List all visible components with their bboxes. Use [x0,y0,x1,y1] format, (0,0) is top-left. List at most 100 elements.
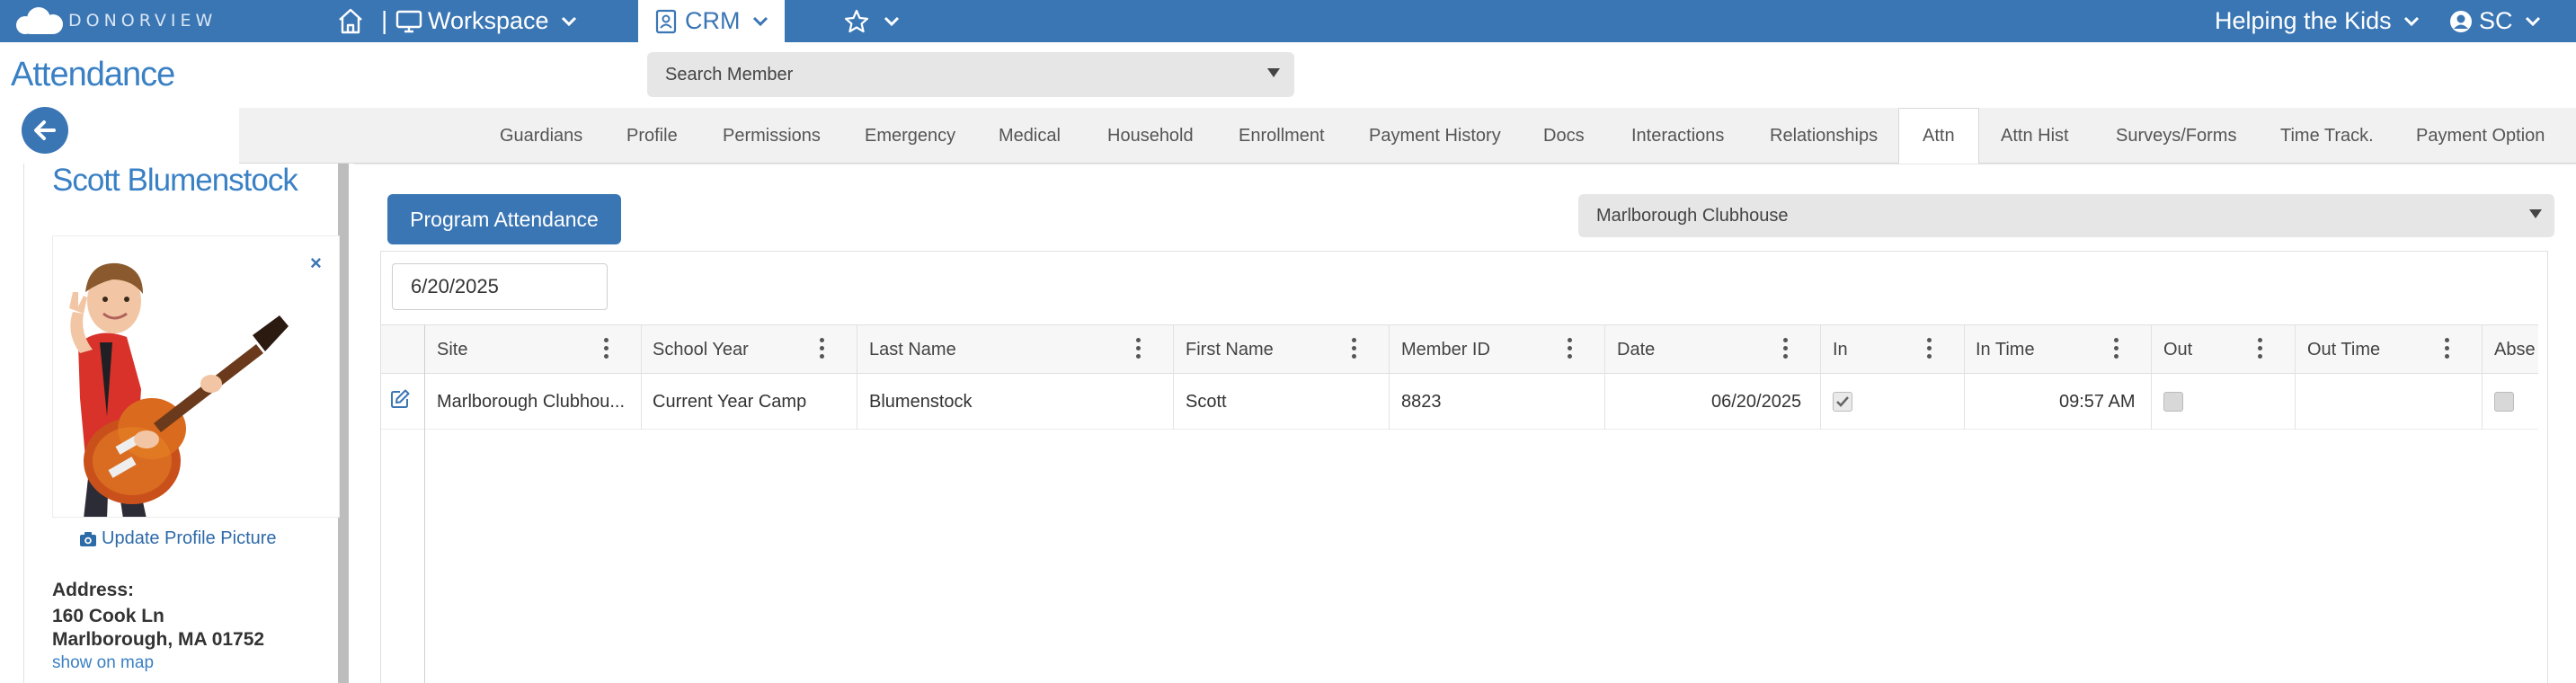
column-separator [2482,325,2483,375]
tab-label: Medical [999,125,1061,146]
tab-label: Emergency [865,125,956,146]
column-header-last-name[interactable]: Last Name [869,325,956,375]
column-separator [1173,374,1174,430]
column-separator [641,325,642,375]
column-header-school-year[interactable]: School Year [653,325,749,375]
search-member-select[interactable]: Search Member [647,52,1294,97]
tab-interactions[interactable]: Interactions [1631,108,1724,164]
tab-profile[interactable]: Profile [626,108,678,164]
column-header-out-time[interactable]: Out Time [2307,325,2380,375]
column-menu-icon[interactable] [1927,338,1932,361]
column-separator [2295,325,2296,375]
remove-photo-button[interactable]: × [310,252,322,275]
program-attendance-button[interactable]: Program Attendance [387,194,621,244]
column-menu-icon[interactable] [1568,338,1573,361]
tab-time-track[interactable]: Time Track. [2280,108,2374,164]
dropdown-caret-icon [2529,209,2542,218]
absent-checkbox[interactable] [2494,392,2514,412]
column-menu-icon[interactable] [820,338,825,361]
search-member-placeholder: Search Member [665,64,794,84]
organization-menu[interactable]: Helping the Kids [2215,0,2421,42]
member-photo-image [53,236,339,517]
column-header-absent[interactable]: Abse [2494,325,2536,375]
tab-payment-history[interactable]: Payment History [1369,108,1501,164]
column-menu-icon[interactable] [604,338,609,361]
favorites-menu[interactable] [843,0,901,42]
column-menu-icon[interactable] [2258,338,2263,361]
attendance-date-input[interactable]: 6/20/2025 [392,263,608,310]
tab-medical[interactable]: Medical [999,108,1061,164]
donorview-logo[interactable]: DONORVIEW [16,5,217,36]
column-menu-icon[interactable] [2445,338,2450,361]
cell-member-id: 8823 [1401,391,1442,412]
column-header-label: In Time [1976,340,2035,359]
column-header-label: First Name [1186,340,1274,359]
member-name: Scott Blumenstock [52,163,298,198]
star-icon [844,9,869,32]
tab-docs[interactable]: Docs [1543,108,1585,164]
close-icon: × [310,252,322,274]
home-button[interactable] [335,4,366,38]
tab-permissions[interactable]: Permissions [723,108,821,164]
tab-guardians[interactable]: Guardians [500,108,582,164]
grid-header: Site School Year Last Name First Name Me… [381,324,2538,375]
tab-household[interactable]: Household [1107,108,1194,164]
member-tabs: Guardians Profile Permissions Emergency … [239,108,2576,164]
attendance-grid-container [380,251,2548,683]
cell-in-time: 09:57 AM [2059,391,2136,412]
back-button[interactable] [22,107,68,154]
tab-label: Household [1107,125,1194,146]
cell-last-name: Blumenstock [869,391,973,412]
column-header-in-time[interactable]: In Time [1976,325,2035,375]
tab-label: Profile [626,125,678,146]
chevron-down-icon [561,16,576,26]
column-menu-icon[interactable] [1352,338,1357,361]
column-menu-icon[interactable] [1136,338,1141,361]
tab-relationships[interactable]: Relationships [1770,108,1878,164]
tab-label: Enrollment [1239,125,1325,146]
column-header-site[interactable]: Site [437,325,467,375]
column-header-member-id[interactable]: Member ID [1401,325,1490,375]
tab-attn-hist[interactable]: Attn Hist [2001,108,2069,164]
show-on-map-link[interactable]: show on map [52,653,154,673]
tab-emergency[interactable]: Emergency [865,108,955,164]
nav-divider: | [381,6,388,34]
tab-label: Surveys/Forms [2116,125,2237,146]
chevron-down-icon [884,16,900,26]
column-menu-icon[interactable] [2114,338,2119,361]
column-separator [2482,374,2483,430]
workspace-label: Workspace [428,7,549,34]
table-row[interactable]: Marlborough Clubhou... Current Year Camp… [381,374,2538,430]
column-header-out[interactable]: Out [2163,325,2192,375]
column-separator [1604,325,1605,375]
tab-enrollment[interactable]: Enrollment [1239,108,1325,164]
column-separator [1389,374,1390,430]
column-separator [2295,374,2296,430]
contact-card-icon [655,9,677,33]
update-profile-picture-link[interactable]: Update Profile Picture [79,528,277,549]
workspace-menu[interactable]: Workspace [395,0,578,42]
column-header-date[interactable]: Date [1617,325,1655,375]
column-menu-icon[interactable] [1783,338,1789,361]
site-select[interactable]: Marlborough Clubhouse [1578,194,2554,237]
in-checkbox[interactable] [1833,392,1852,412]
address-line2: Marlborough, MA 01752 [52,629,265,650]
column-header-in[interactable]: In [1833,325,1848,375]
out-checkbox[interactable] [2163,392,2183,412]
tab-payment-option[interactable]: Payment Option [2416,108,2545,164]
grid-row-gutter [424,324,425,683]
arrow-left-icon [34,120,56,140]
tab-label: Attn [1923,126,1955,146]
crm-menu[interactable]: CRM [638,0,785,42]
user-menu[interactable]: SC [2448,0,2542,42]
tab-attn[interactable]: Attn [1898,108,1979,164]
column-header-label: Date [1617,340,1656,359]
column-header-label: Out Time [2307,340,2381,359]
column-header-label: Member ID [1401,340,1490,359]
column-separator [1820,374,1821,430]
edit-row-button[interactable] [389,388,411,414]
camera-icon [80,531,96,546]
home-icon [339,8,362,34]
tab-surveys-forms[interactable]: Surveys/Forms [2116,108,2236,164]
column-header-first-name[interactable]: First Name [1186,325,1274,375]
